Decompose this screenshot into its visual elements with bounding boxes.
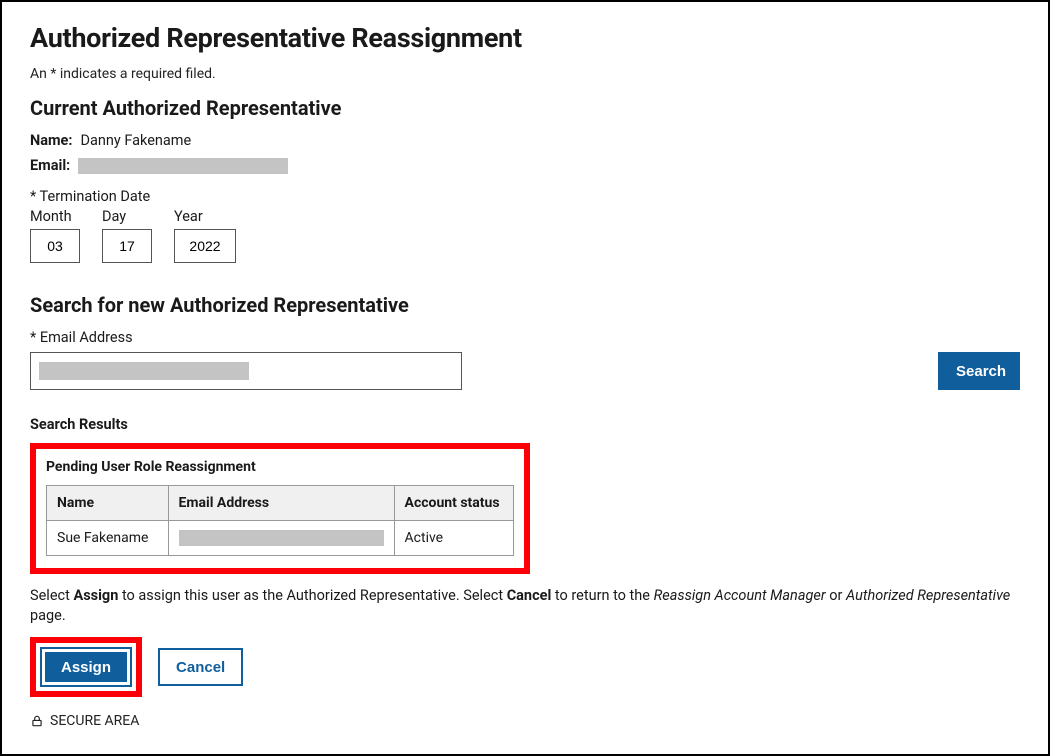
termination-date-label: * Termination Date (30, 188, 1020, 205)
month-header: Month (30, 208, 80, 225)
day-header: Day (102, 208, 152, 225)
name-label: Name: (30, 132, 72, 149)
search-button[interactable]: Search (938, 352, 1020, 390)
year-input[interactable] (174, 229, 236, 263)
current-rep-heading: Current Authorized Representative (30, 96, 1020, 120)
name-value: Danny Fakename (80, 132, 191, 149)
lock-icon (30, 714, 44, 728)
results-table: Name Email Address Account status Sue Fa… (46, 485, 514, 556)
pending-panel-title: Pending User Role Reassignment (46, 459, 514, 475)
col-name: Name (47, 486, 169, 521)
search-results-heading: Search Results (30, 416, 1020, 433)
cancel-button[interactable]: Cancel (158, 648, 243, 686)
page-title: Authorized Representative Reassignment (30, 22, 1020, 54)
secure-area-label: SECURE AREA (50, 713, 139, 729)
month-input[interactable] (30, 229, 80, 263)
day-input[interactable] (102, 229, 152, 263)
email-label: Email: (30, 157, 70, 174)
page-frame: Authorized Representative Reassignment A… (0, 0, 1050, 756)
table-row: Sue Fakename Active (47, 521, 514, 556)
col-status: Account status (394, 486, 513, 521)
cell-status: Active (394, 521, 513, 556)
current-name-row: Name: Danny Fakename (30, 132, 1020, 149)
instructions-text: Select Assign to assign this user as the… (30, 586, 1020, 625)
cell-name: Sue Fakename (47, 521, 169, 556)
email-input-redacted (39, 362, 249, 380)
secure-area-footer: SECURE AREA (30, 713, 1020, 729)
email-address-label: * Email Address (30, 329, 1020, 346)
col-email: Email Address (168, 486, 394, 521)
assign-button[interactable]: Assign (42, 649, 130, 685)
assign-highlight: Assign (30, 637, 142, 697)
cell-email (168, 521, 394, 556)
termination-date-group: Month Day Year (30, 208, 1020, 263)
action-buttons: Assign Cancel (30, 637, 1020, 697)
email-address-input[interactable] (30, 352, 462, 390)
year-header: Year (174, 208, 236, 225)
current-email-row: Email: (30, 157, 1020, 174)
email-redacted (78, 158, 288, 174)
pending-reassignment-panel: Pending User Role Reassignment Name Emai… (30, 443, 530, 574)
required-hint: An * indicates a required filed. (30, 66, 1020, 82)
search-heading: Search for new Authorized Representative (30, 293, 1020, 317)
cell-email-redacted (179, 530, 384, 546)
